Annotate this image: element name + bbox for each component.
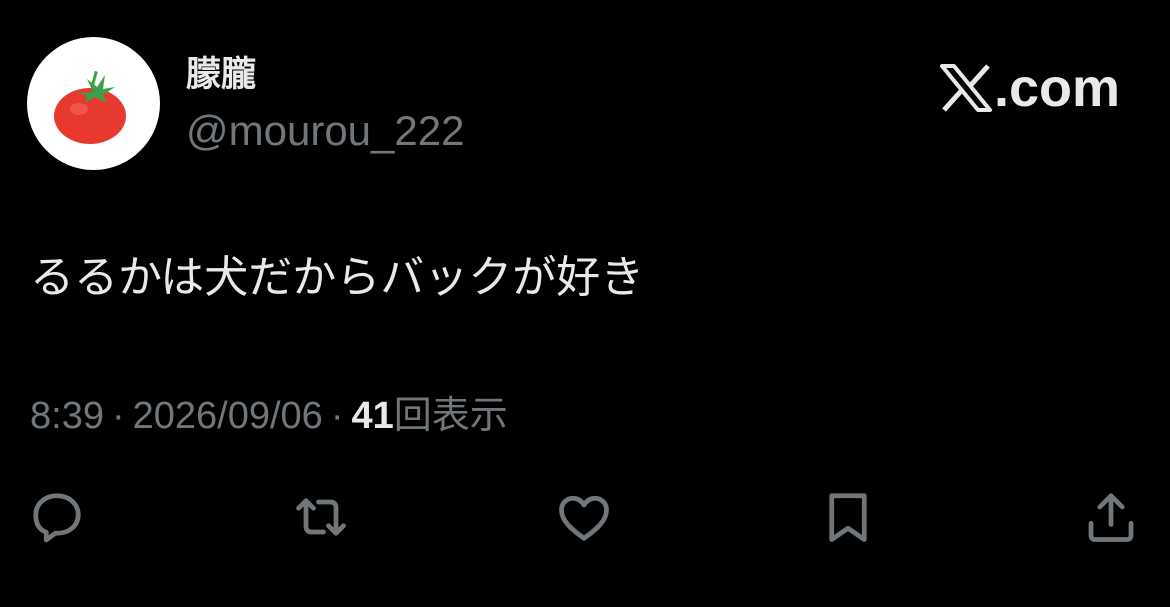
tweet-date[interactable]: 2026/09/06 (133, 390, 323, 442)
share-button[interactable] (1078, 484, 1144, 550)
x-logo-icon (939, 64, 992, 112)
tweet-text: るるかは犬だからバックが好き (30, 253, 645, 302)
bookmark-icon (829, 493, 867, 542)
brand-domain-suffix: .com (993, 58, 1120, 118)
display-name[interactable]: 朦朧 (186, 52, 256, 98)
tweet-time[interactable]: 8:39 (30, 390, 104, 442)
meta-separator: · (111, 395, 125, 437)
brand-link: .com (939, 58, 1120, 118)
views-label: 回表示 (393, 395, 508, 437)
avatar[interactable] (27, 37, 160, 170)
views-count[interactable]: 41 (351, 390, 393, 442)
meta-separator: · (330, 395, 344, 437)
reply-button[interactable] (24, 484, 90, 550)
user-handle[interactable]: @mourou_222 (186, 105, 464, 157)
tweet-meta: 8:39 · 2026/09/06 · 41 回表示 (30, 390, 508, 442)
retweet-icon (296, 498, 346, 536)
like-icon (559, 495, 609, 541)
like-button[interactable] (551, 484, 617, 550)
reply-icon (33, 493, 81, 543)
tomato-icon (54, 70, 126, 144)
share-icon (1088, 493, 1134, 542)
retweet-button[interactable] (288, 484, 354, 550)
bookmark-button[interactable] (815, 484, 881, 550)
